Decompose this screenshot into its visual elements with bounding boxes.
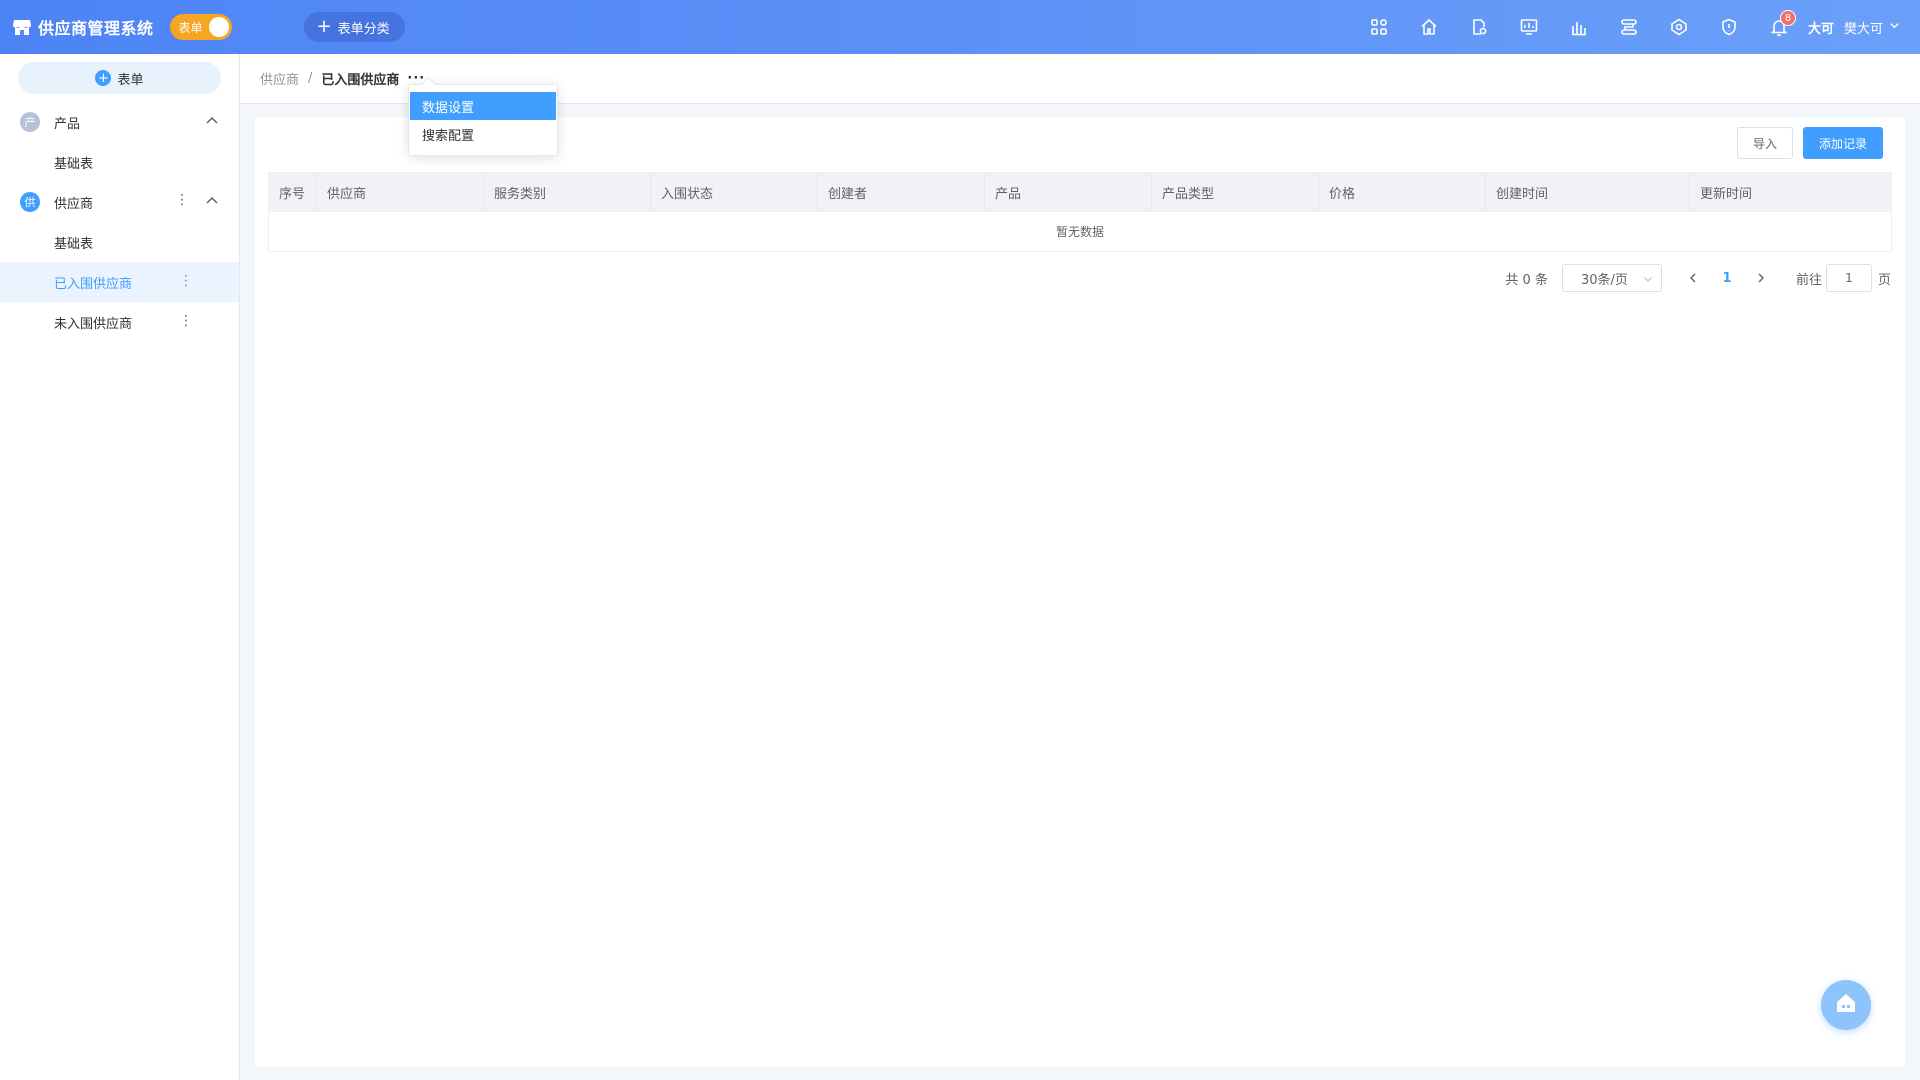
- goto-unit: 页: [1877, 272, 1891, 288]
- store-icon: [12, 17, 32, 37]
- flow-icon[interactable]: [1604, 0, 1654, 54]
- breadcrumb-parent[interactable]: 供应商: [260, 69, 299, 88]
- form-category-button[interactable]: + 表单分类: [303, 12, 405, 42]
- mode-toggle[interactable]: 表单: [169, 14, 232, 40]
- more-vertical-icon[interactable]: ⋮: [179, 314, 193, 328]
- add-record-button[interactable]: 添加记录: [1803, 127, 1883, 159]
- column-header[interactable]: 价格: [1319, 173, 1486, 211]
- hub-icon[interactable]: [1654, 0, 1704, 54]
- floating-home-button[interactable]: [1821, 980, 1871, 1030]
- pagination-total: 共 0 条: [1505, 272, 1548, 288]
- shield-icon[interactable]: [1704, 0, 1754, 54]
- chevron-up-icon[interactable]: [205, 114, 219, 128]
- sidebar-item-supplier-base-table[interactable]: 基础表: [0, 222, 239, 262]
- chevron-down-icon: [1889, 20, 1900, 34]
- chevron-left-icon[interactable]: [1678, 264, 1708, 292]
- home-icon: [1833, 990, 1859, 1020]
- form-category-label: 表单分类: [337, 21, 390, 37]
- user-name: 樊大可: [1843, 21, 1883, 37]
- goto-label: 前往: [1795, 272, 1822, 288]
- home-icon[interactable]: [1404, 0, 1454, 54]
- column-header[interactable]: 产品类型: [1152, 173, 1319, 211]
- more-vertical-icon[interactable]: ⋮: [179, 274, 193, 288]
- notification-badge: 8: [1779, 10, 1796, 26]
- sidebar-item-label: 已入围供应商: [54, 276, 133, 292]
- breadcrumb-separator: /: [308, 71, 313, 86]
- column-header[interactable]: 服务类别: [484, 173, 651, 211]
- chevron-right-icon[interactable]: [1746, 264, 1776, 292]
- avatar: 大可: [1807, 21, 1834, 37]
- column-header[interactable]: 创建者: [818, 173, 985, 211]
- pagination: 共 0 条 30条/页 1 前往 页: [1505, 264, 1891, 292]
- page-size-select[interactable]: 30条/页: [1561, 264, 1662, 292]
- data-table: 序号 供应商 服务类别 入围状态 创建者 产品 产品类型 价格 创建时间 更新时…: [268, 172, 1892, 252]
- import-button[interactable]: 导入: [1737, 127, 1793, 159]
- column-header[interactable]: 供应商: [317, 173, 484, 211]
- header-actions: 8 大可 樊大可: [1354, 0, 1920, 54]
- menu-item-search-config[interactable]: 搜索配置: [410, 120, 556, 148]
- page-number[interactable]: 1: [1708, 264, 1746, 292]
- top-navbar: 供应商管理系统 表单 + 表单分类 8 大可 樊大可: [0, 0, 1920, 54]
- sidebar-item-label: 未入围供应商: [54, 316, 133, 332]
- user-menu[interactable]: 大可 樊大可: [1808, 18, 1900, 37]
- sidebar-group-products[interactable]: 产 产品: [0, 102, 239, 142]
- plus-circle-icon: +: [95, 70, 112, 86]
- brand[interactable]: 供应商管理系统: [12, 15, 154, 39]
- product-group-icon: 产: [20, 112, 40, 132]
- bar-chart-icon[interactable]: [1554, 0, 1604, 54]
- toggle-knob: [208, 17, 229, 37]
- column-header[interactable]: 产品: [985, 173, 1152, 211]
- sidebar-group-suppliers[interactable]: 供 供应商 ⋮: [0, 182, 239, 222]
- empty-state: 暂无数据: [269, 211, 1891, 251]
- new-form-label: 表单: [117, 72, 144, 88]
- goto-page-input[interactable]: [1825, 264, 1872, 292]
- bell-icon[interactable]: 8: [1754, 0, 1804, 54]
- column-header[interactable]: 创建时间: [1486, 173, 1690, 211]
- breadcrumb-more-menu: 数据设置 搜索配置: [408, 84, 558, 156]
- sidebar-item-not-shortlisted-suppliers[interactable]: 未入围供应商 ⋮: [0, 302, 239, 342]
- sidebar-item-shortlisted-suppliers[interactable]: 已入围供应商 ⋮: [0, 262, 239, 302]
- plus-icon: +: [316, 16, 332, 37]
- table-header: 序号 供应商 服务类别 入围状态 创建者 产品 产品类型 价格 创建时间 更新时…: [269, 173, 1891, 211]
- sidebar-item-label: 基础表: [54, 156, 94, 172]
- app-title: 供应商管理系统: [38, 19, 154, 38]
- more-vertical-icon[interactable]: ⋮: [175, 193, 189, 207]
- apps-icon[interactable]: [1354, 0, 1404, 54]
- menu-item-data-settings[interactable]: 数据设置: [410, 92, 556, 120]
- column-header[interactable]: 序号: [269, 173, 317, 211]
- dashboard-icon[interactable]: [1504, 0, 1554, 54]
- sidebar: + 表单 产 产品 基础表 供 供应商 ⋮ 基础表 已入围供应商 ⋮ 未入围供应…: [0, 54, 240, 1080]
- new-form-button[interactable]: + 表单: [18, 62, 221, 94]
- breadcrumb-current: 已入围供应商: [321, 73, 400, 88]
- sidebar-group-label: 供应商: [54, 196, 94, 212]
- main-panel: 导入 添加记录 序号 供应商 服务类别 入围状态 创建者 产品 产品类型 价格 …: [255, 117, 1905, 1067]
- sidebar-item-label: 基础表: [54, 236, 94, 252]
- column-header[interactable]: 入围状态: [651, 173, 818, 211]
- supplier-group-icon: 供: [20, 192, 40, 212]
- sidebar-group-label: 产品: [54, 116, 81, 132]
- document-settings-icon[interactable]: [1454, 0, 1504, 54]
- column-header[interactable]: 更新时间: [1690, 173, 1891, 211]
- mode-toggle-label: 表单: [178, 20, 203, 35]
- sidebar-item-product-base-table[interactable]: 基础表: [0, 142, 239, 182]
- chevron-down-icon: [1643, 273, 1653, 283]
- chevron-up-icon[interactable]: [205, 194, 219, 208]
- page-size-value: 30条/页: [1580, 272, 1628, 288]
